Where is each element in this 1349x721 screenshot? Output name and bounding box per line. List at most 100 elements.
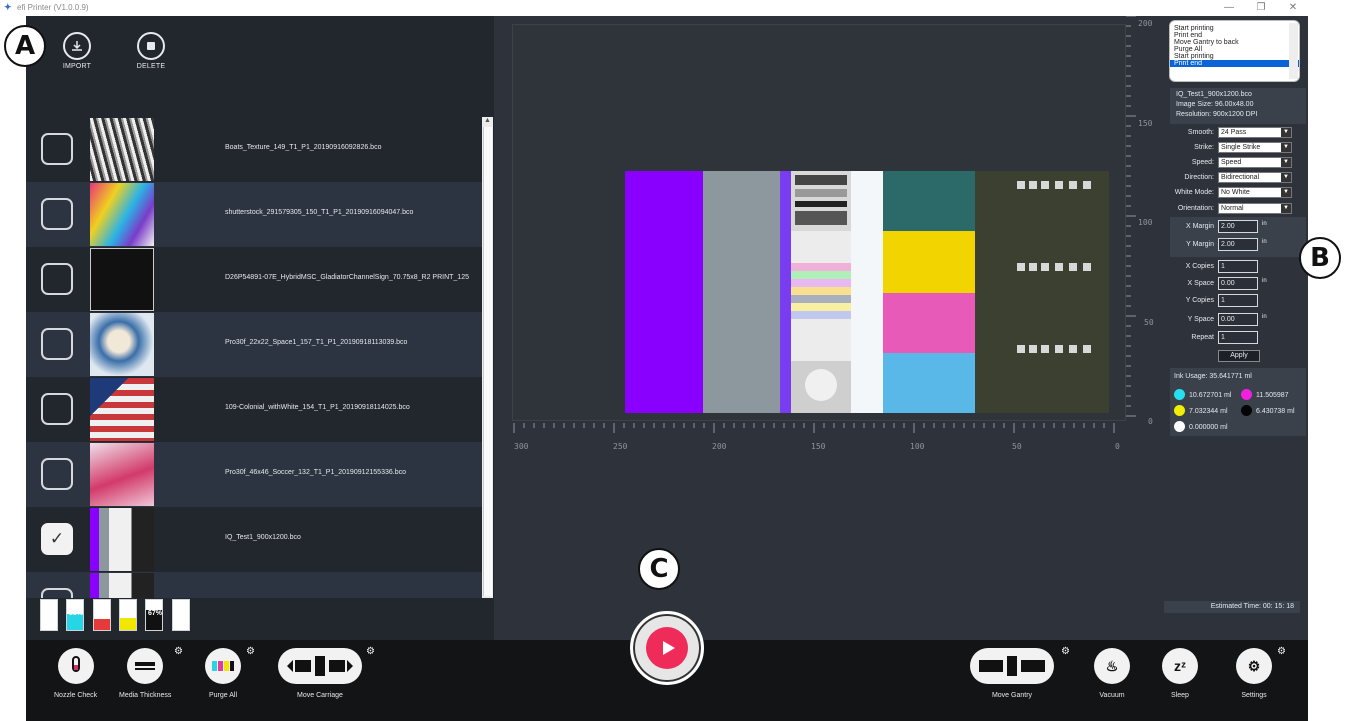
speed-select[interactable]: Speed: Speed ▼ xyxy=(1164,156,1308,171)
scroll-up-icon[interactable]: ▲ xyxy=(484,117,491,124)
file-row[interactable]: Boats_Texture_149_T1_P1_20190916092826.b… xyxy=(26,117,482,182)
unit-label: in xyxy=(1262,314,1267,320)
chevron-down-icon[interactable]: ▼ xyxy=(1281,204,1291,213)
nozzle-check-icon xyxy=(57,648,94,684)
log-line-selected[interactable]: Print end xyxy=(1170,60,1299,67)
print-preview-image[interactable] xyxy=(625,171,1109,413)
file-checkbox[interactable]: ✓ xyxy=(41,523,73,555)
white-mode-dropdown[interactable]: No White ▼ xyxy=(1218,187,1292,198)
chevron-down-icon[interactable]: ▼ xyxy=(1281,188,1291,197)
nozzle-check-label: Nozzle Check xyxy=(54,692,98,699)
file-row[interactable]: Pro30f_22x22_Space1_157_T1_P1_2019091811… xyxy=(26,312,482,377)
gear-icon[interactable]: ⚙ xyxy=(366,646,375,657)
callout-b: B xyxy=(1299,237,1341,279)
file-row[interactable]: Pro30f_46x46_Soccer_132_T1_P1_2019091215… xyxy=(26,442,482,507)
speed-dropdown[interactable]: Speed ▼ xyxy=(1218,157,1292,168)
gear-icon[interactable]: ⚙ xyxy=(1061,646,1070,657)
file-list-scrollbar[interactable]: ▲ xyxy=(482,117,493,598)
strike-select[interactable]: Strike: Single Strike ▼ xyxy=(1164,141,1308,156)
file-row[interactable]: shutterstock_291579305_150_T1_P1_2019091… xyxy=(26,182,482,247)
file-checkbox[interactable] xyxy=(41,393,73,425)
file-thumbnail xyxy=(90,443,154,506)
settings-button[interactable]: ⚙ Settings xyxy=(1236,648,1272,699)
repeat-field: Repeat 1 xyxy=(1164,330,1308,346)
file-checkbox[interactable] xyxy=(41,458,73,490)
white-mode-select[interactable]: White Mode: No White ▼ xyxy=(1164,186,1308,201)
media-thickness-button[interactable]: Media Thickness xyxy=(119,648,171,699)
ruler-label: 150 xyxy=(811,442,826,451)
import-button[interactable]: IMPORT xyxy=(47,32,107,70)
callout-c: C xyxy=(638,548,680,590)
y-margin-input[interactable]: 2.00 xyxy=(1218,238,1258,251)
cyan-dot-icon xyxy=(1174,389,1185,400)
restore-button[interactable]: ❐ xyxy=(1254,1,1268,14)
gear-icon[interactable]: ⚙ xyxy=(246,646,255,657)
file-checkbox[interactable] xyxy=(41,263,73,295)
move-carriage-button[interactable]: Move Carriage xyxy=(278,648,362,699)
x-copies-input[interactable]: 1 xyxy=(1218,260,1258,273)
log-line[interactable]: Start printing xyxy=(1170,25,1299,32)
ruler-label: 0 xyxy=(1115,442,1120,451)
file-thumbnail xyxy=(90,118,154,181)
orientation-select[interactable]: Orientation: Normal ▼ xyxy=(1164,202,1308,217)
ink-fill xyxy=(41,601,57,630)
resolution-label: Resolution: xyxy=(1176,111,1212,118)
delete-button[interactable]: DELETE xyxy=(121,32,181,70)
file-checkbox[interactable] xyxy=(41,198,73,230)
sleep-button[interactable]: zᶻ Sleep xyxy=(1162,648,1198,699)
minimize-button[interactable]: — xyxy=(1222,1,1236,14)
file-row[interactable]: ✓ IQ_Test1_900x1200.bco xyxy=(26,507,482,572)
strike-dropdown[interactable]: Single Strike ▼ xyxy=(1218,142,1292,153)
x-margin-input[interactable]: 2.00 xyxy=(1218,220,1258,233)
file-row[interactable]: 109-Colonial_withWhite_154_T1_P1_2019091… xyxy=(26,377,482,442)
smooth-select[interactable]: Smooth: 24 Pass ▼ xyxy=(1164,126,1308,141)
file-row[interactable] xyxy=(26,572,482,598)
select-value: 24 Pass xyxy=(1221,129,1247,136)
smooth-dropdown[interactable]: 24 Pass ▼ xyxy=(1218,127,1292,138)
move-gantry-button[interactable]: Move Gantry xyxy=(970,648,1054,699)
event-log[interactable]: Start printing Print end Move Gantry to … xyxy=(1169,20,1300,82)
start-print-button[interactable] xyxy=(630,611,704,685)
ink-level-black: 67% xyxy=(145,599,163,631)
log-line[interactable]: Move Gantry to back xyxy=(1170,39,1299,46)
gear-icon[interactable]: ⚙ xyxy=(174,646,183,657)
field-label: Repeat xyxy=(1191,334,1214,341)
y-space-input[interactable]: 0.00 xyxy=(1218,313,1258,326)
log-line[interactable]: Start printing xyxy=(1170,53,1299,60)
file-row[interactable]: D26P54891-07E_HybridMSC_GladiatorChannel… xyxy=(26,247,482,312)
field-label: X Copies xyxy=(1185,263,1214,270)
ink-level-cyan: 53% xyxy=(66,599,84,631)
orientation-dropdown[interactable]: Normal ▼ xyxy=(1218,203,1292,214)
vacuum-button[interactable]: ♨ Vacuum xyxy=(1094,648,1130,699)
log-scrollbar[interactable] xyxy=(1289,23,1298,79)
y-copies-input[interactable]: 1 xyxy=(1218,294,1258,307)
file-checkbox[interactable] xyxy=(41,588,73,598)
repeat-input[interactable]: 1 xyxy=(1218,331,1258,344)
x-space-input[interactable]: 0.00 xyxy=(1218,277,1258,290)
file-name: 109-Colonial_withWhite_154_T1_P1_2019091… xyxy=(225,404,410,411)
gear-icon[interactable]: ⚙ xyxy=(1277,646,1286,657)
ink-usage-title: Ink Usage: 35.641771 ml xyxy=(1174,373,1252,380)
chevron-down-icon[interactable]: ▼ xyxy=(1281,173,1291,182)
scrollbar-thumb[interactable] xyxy=(483,127,492,596)
direction-select[interactable]: Direction: Bidirectional ▼ xyxy=(1164,171,1308,186)
direction-dropdown[interactable]: Bidirectional ▼ xyxy=(1218,172,1292,183)
chevron-down-icon[interactable]: ▼ xyxy=(1281,128,1291,137)
job-info: IQ_Test1_900x1200.bco Image Size: 96.00x… xyxy=(1170,88,1306,124)
resolution-value: 900x1200 DPI xyxy=(1212,111,1258,118)
nozzle-check-button[interactable]: Nozzle Check xyxy=(54,648,97,699)
yellow-usage: 7.032344 ml xyxy=(1189,408,1228,415)
ink-fill xyxy=(94,618,110,630)
ink-usage-panel: Ink Usage: 35.641771 ml 10.672701 ml 11.… xyxy=(1170,368,1306,436)
log-line[interactable]: Print end xyxy=(1170,32,1299,39)
file-checkbox[interactable] xyxy=(41,328,73,360)
close-button[interactable]: ✕ xyxy=(1286,1,1300,14)
chevron-down-icon[interactable]: ▼ xyxy=(1281,158,1291,167)
ink-fill xyxy=(120,618,136,630)
log-line[interactable]: Purge All xyxy=(1170,46,1299,53)
chevron-down-icon[interactable]: ▼ xyxy=(1281,143,1291,152)
purge-all-button[interactable]: Purge All xyxy=(205,648,241,699)
file-checkbox[interactable] xyxy=(41,133,73,165)
apply-button[interactable]: Apply xyxy=(1218,350,1260,362)
file-name: Boats_Texture_149_T1_P1_20190916092826.b… xyxy=(225,144,382,151)
